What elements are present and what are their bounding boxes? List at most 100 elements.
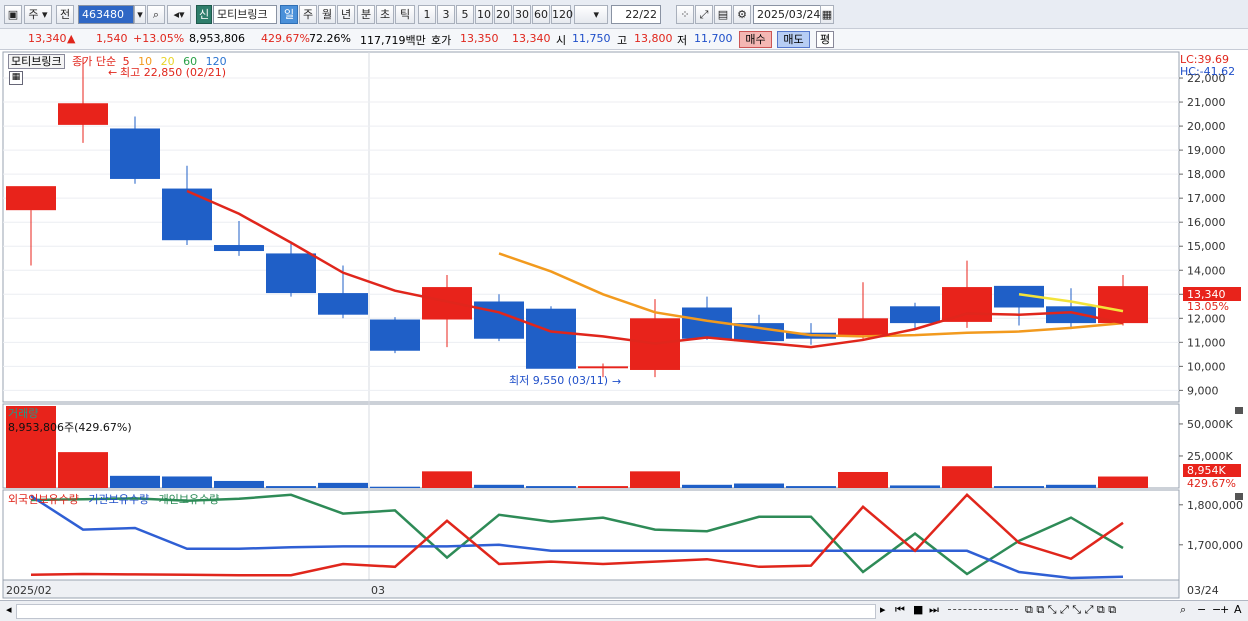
interval-120[interactable]: 120	[551, 5, 573, 24]
interval-5[interactable]: 5	[456, 5, 474, 24]
open-label: 시	[556, 34, 567, 47]
price-tick-label: 17,000	[1187, 192, 1226, 205]
crosshair-icon[interactable]: ⤢	[695, 5, 713, 24]
interval-60[interactable]: 60	[532, 5, 550, 24]
period-tab-week[interactable]: 주	[299, 5, 317, 24]
period-tab-year[interactable]: 년	[337, 5, 355, 24]
legend-stock-name[interactable]: 모티브링크	[8, 54, 65, 69]
search-icon[interactable]: ⌕	[147, 5, 165, 24]
period-tab-month[interactable]: 월	[318, 5, 336, 24]
save-icon[interactable]: ▤	[714, 5, 732, 24]
price-tick-label: 21,000	[1187, 96, 1226, 109]
period-tab-tick[interactable]: 틱	[395, 5, 415, 24]
change-arrow: ▲	[67, 32, 76, 45]
dots-icon[interactable]: ⁘	[676, 5, 694, 24]
candle-body	[474, 301, 524, 339]
bid-price: 13,340	[512, 32, 551, 45]
legend-ma10: 10	[138, 55, 153, 68]
zoom-out-icon[interactable]: −	[1197, 603, 1206, 616]
candle-body	[838, 318, 888, 336]
current-pct-label: 13.05%	[1187, 300, 1229, 313]
volume-tick-label: 25,000K	[1187, 450, 1233, 463]
scroll-left-icon[interactable]: ◂	[6, 603, 12, 616]
forward-icon[interactable]: ⏭	[929, 603, 939, 617]
tool-icons[interactable]: ⧉ ⧉ ⤡ ⤢ ⤡ ⤢ ⧉ ⧉	[1025, 603, 1116, 617]
interval-10[interactable]: 10	[475, 5, 493, 24]
volume-bar	[1046, 484, 1096, 488]
mode-dropdown[interactable]: 주 ▾	[24, 5, 52, 24]
volume-bar	[994, 486, 1044, 488]
high-price: 13,800	[634, 32, 673, 45]
volume-bar	[370, 486, 420, 488]
price-tick-label: 12,000	[1187, 312, 1226, 325]
current-volume-label: 8,954K	[1187, 464, 1226, 477]
gear-icon[interactable]: ⚙	[733, 5, 751, 24]
count-total: /22	[639, 8, 657, 21]
interval-1[interactable]: 1	[418, 5, 436, 24]
quote-bar: 13,340 ▲ 1,540 +13.05% 8,953,806 429.67%…	[0, 29, 1248, 50]
right-arrow-icon: →	[612, 375, 621, 388]
legend-ma5: 5	[122, 55, 130, 68]
date-field[interactable]: 2025/03/24	[753, 5, 823, 24]
volume-bar	[162, 476, 212, 488]
period-tab-day[interactable]: 일	[280, 5, 298, 24]
legend-ma60: 60	[183, 55, 198, 68]
calendar-icon[interactable]: ▦	[820, 5, 834, 24]
candle-body	[318, 293, 368, 315]
x-label-start: 2025/02	[6, 584, 52, 597]
interval-dropdown[interactable]: ▾	[574, 5, 608, 24]
candle-body	[162, 188, 212, 241]
buy-button[interactable]: 매수	[739, 31, 772, 48]
holdings-pane-close-icon[interactable]	[1235, 493, 1243, 500]
x-label-mid: 03	[371, 584, 385, 597]
interval-20[interactable]: 20	[494, 5, 512, 24]
zoom-in-icon[interactable]: +	[1220, 603, 1229, 616]
text-tool-icon[interactable]: A	[1234, 603, 1242, 616]
zoom-slider[interactable]	[948, 609, 1018, 613]
ask-price: 13,350	[460, 32, 499, 45]
period-tab-minute[interactable]: 분	[357, 5, 375, 24]
candle-body	[1098, 286, 1148, 324]
sell-button[interactable]: 매도	[777, 31, 810, 48]
volume-bar	[58, 452, 108, 488]
volume-annotation: 8,953,806주(429.67%)	[8, 421, 132, 434]
interval-30[interactable]: 30	[513, 5, 531, 24]
table-icon[interactable]: ▦	[9, 71, 23, 85]
price-tick-label: 11,000	[1187, 336, 1226, 349]
count-field[interactable]: 22/22	[611, 5, 661, 24]
speaker-icon[interactable]: ◂▾	[167, 5, 191, 24]
code-dropdown-icon[interactable]: ▾	[134, 5, 146, 24]
candle-body	[370, 319, 420, 351]
candle-body	[890, 306, 940, 324]
candle-body	[942, 287, 992, 322]
zoom-search-icon[interactable]: ⌕	[1180, 603, 1186, 617]
chart-canvas[interactable]: 22,00021,00020,00019,00018,00017,00016,0…	[0, 50, 1248, 600]
holdings-tick-label: 1,800,000	[1187, 499, 1243, 512]
interval-3[interactable]: 3	[437, 5, 455, 24]
rewind-icon[interactable]: ⏮	[895, 603, 905, 617]
prev-button[interactable]: 전	[56, 5, 74, 24]
candle-body	[6, 186, 56, 211]
x-axis-bar	[2, 579, 1180, 599]
chart-area[interactable]: 22,000 21,000 20,000 19,000 18,000 17,000 16,0…	[0, 50, 1248, 600]
scroll-track[interactable]	[16, 604, 876, 619]
avg-button[interactable]: 평	[816, 31, 834, 48]
change-percent: +13.05%	[133, 32, 185, 45]
scroll-bar: ◂ ▸ ⏮ ■ ⏭ ⧉ ⧉ ⤡ ⤢ ⤡ ⤢ ⧉ ⧉ ⌕ − − + A	[0, 600, 1248, 621]
volume-pane-close-icon[interactable]	[1235, 407, 1243, 414]
stock-code-input[interactable]: 463480	[78, 5, 134, 24]
scroll-right-icon[interactable]: ▸	[880, 603, 886, 616]
rotation-rate: 72.26%	[309, 32, 351, 45]
layout-icon[interactable]: ▣	[4, 5, 22, 24]
legend-ma-label: 종가 단순	[72, 55, 117, 68]
trade-value: 117,719백만	[360, 34, 426, 47]
stock-name-field[interactable]: 모티브링크	[213, 5, 277, 24]
legend-ma20: 20	[160, 55, 175, 68]
volume-bar	[682, 484, 732, 488]
price-tick-label: 19,000	[1187, 144, 1226, 157]
period-tab-second[interactable]: 초	[376, 5, 394, 24]
stop-icon[interactable]: ■	[913, 603, 923, 616]
low-price: 11,700	[694, 32, 733, 45]
candle-body	[58, 103, 108, 125]
price-tick-label: 15,000	[1187, 240, 1226, 253]
